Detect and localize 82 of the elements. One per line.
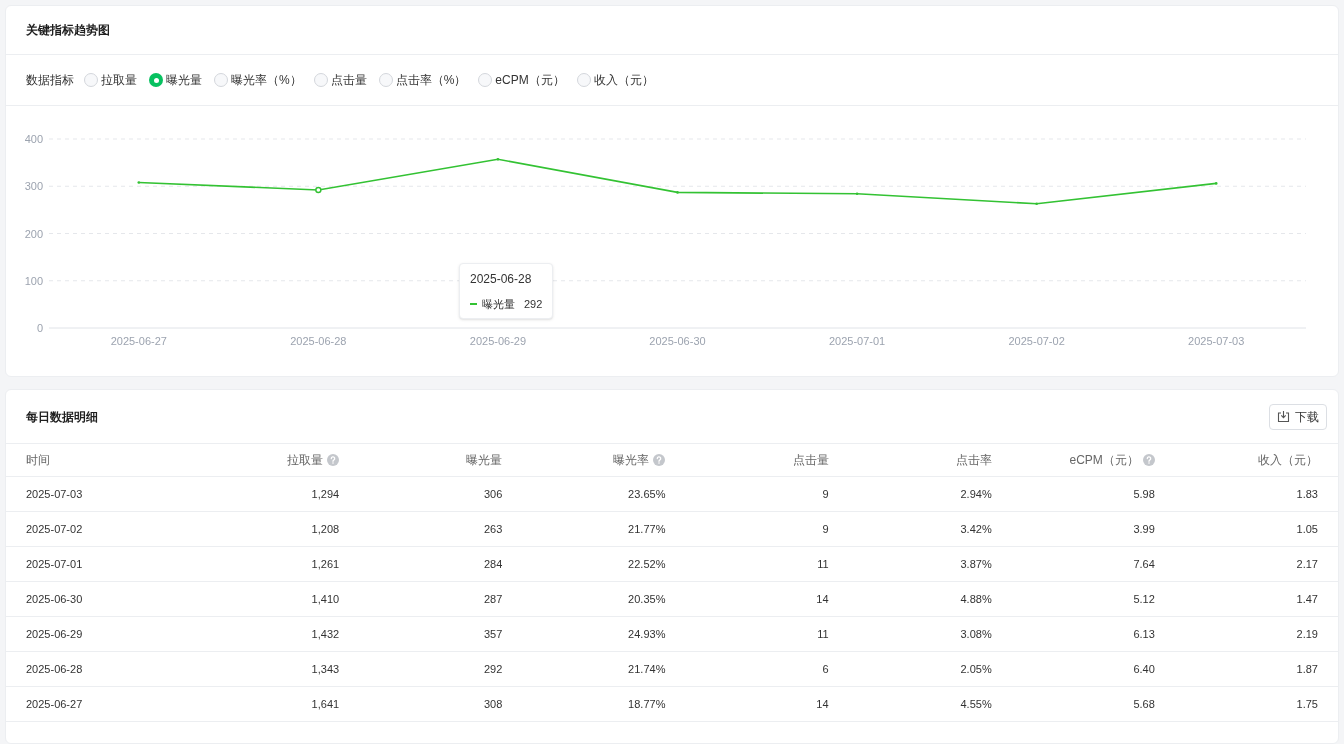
table-cell: 357 — [483, 627, 503, 640]
tooltip-value: 292 — [524, 297, 543, 311]
table-cell: 5.98 — [1133, 487, 1155, 500]
table-cell: 1,343 — [311, 662, 340, 675]
table-cell: 1,294 — [311, 487, 340, 500]
x-tick-label: 2025-07-03 — [1188, 335, 1245, 347]
table-cell: 6.40 — [1133, 662, 1155, 675]
table-cell: 3.08% — [960, 627, 992, 640]
x-tick-label: 2025-06-29 — [469, 335, 527, 347]
table-cell: 292 — [483, 662, 503, 675]
table-cell: 1.83 — [1296, 487, 1318, 500]
tooltip-date: 2025-06-28 — [470, 271, 533, 287]
y-tick-label: 400 — [24, 133, 43, 145]
table-cell: 1.47 — [1296, 592, 1318, 605]
table-cell: 1.87 — [1296, 662, 1318, 675]
table-cell: 1,261 — [311, 557, 340, 570]
y-tick-label: 100 — [24, 274, 43, 287]
table-cell: 5.68 — [1133, 697, 1155, 710]
y-tick-label: 300 — [24, 180, 43, 193]
table-cell: 22.52% — [628, 557, 666, 570]
x-tick-label: 2025-06-30 — [649, 335, 706, 347]
table-cell: 14 — [816, 697, 829, 710]
table-cell: 2025-07-02 — [26, 522, 83, 535]
x-tick-label: 2025-07-02 — [1008, 335, 1065, 347]
table-cell: 11 — [817, 627, 829, 640]
table-cell: 1.05 — [1296, 522, 1318, 535]
table-cell: 2025-06-28 — [26, 662, 83, 675]
table-cell: 6.13 — [1133, 627, 1155, 640]
table-cell: 1.75 — [1296, 697, 1318, 710]
table-cell: 2025-06-29 — [26, 627, 83, 640]
table-cell: 23.65% — [628, 487, 666, 500]
card-title: 关键指标趋势图 — [26, 22, 110, 39]
metric-label: 数据指标 — [26, 72, 74, 89]
table-cell: 308 — [483, 697, 503, 710]
table-cell: 4.88% — [960, 592, 992, 605]
table-cell: 20.35% — [628, 592, 666, 605]
table-cell: 1,432 — [311, 627, 340, 640]
table-cell: 5.12 — [1133, 592, 1155, 605]
table-cell: 2025-06-27 — [26, 697, 83, 710]
x-tick-label: 2025-06-27 — [110, 335, 167, 347]
table-cell: 263 — [483, 522, 503, 535]
table-cell: 1,410 — [311, 592, 340, 605]
table-cell: 284 — [483, 557, 503, 570]
table-cell: 9 — [822, 487, 829, 500]
table-cell: 2.05% — [960, 662, 992, 675]
table-cell: 24.93% — [628, 627, 666, 640]
table-cell: 9 — [822, 522, 829, 535]
column-header: 收入（元） — [1258, 452, 1318, 469]
tooltip-series: 曝光量 — [482, 297, 515, 311]
table-cell: 6 — [822, 662, 829, 675]
table-cell: 11 — [817, 557, 829, 570]
column-header: 时间 — [26, 452, 50, 469]
table-cell: 3.87% — [960, 557, 992, 570]
column-header: 点击率 — [955, 452, 992, 469]
table-cell: 287 — [483, 592, 503, 605]
table-cell: 1,641 — [311, 697, 340, 710]
y-tick-label: 0 — [36, 322, 43, 334]
table-cell: 1,208 — [311, 522, 340, 535]
table-cell: 14 — [816, 592, 829, 605]
table-cell: 2.17 — [1296, 557, 1318, 570]
y-tick-label: 200 — [24, 227, 43, 240]
table-cell: 3.99 — [1133, 522, 1155, 535]
column-header: 曝光率 — [613, 452, 650, 469]
table-cell: 21.74% — [628, 662, 666, 675]
column-header: eCPM（元） — [1069, 452, 1139, 469]
column-header: 拉取量 — [287, 452, 324, 469]
column-header: 点击量 — [792, 452, 829, 469]
table-cell: 7.64 — [1133, 557, 1155, 570]
table-cell: 21.77% — [628, 522, 666, 535]
table-cell: 18.77% — [628, 697, 666, 710]
table-cell: 3.42% — [960, 522, 992, 535]
table-cell: 2025-06-30 — [26, 592, 83, 605]
x-tick-label: 2025-06-28 — [290, 335, 347, 347]
table-cell: 2025-07-03 — [26, 487, 83, 500]
x-tick-label: 2025-07-01 — [828, 335, 886, 347]
card-title: 每日数据明细 — [26, 408, 98, 426]
table-cell: 2.94% — [960, 487, 992, 500]
column-header: 曝光量 — [466, 452, 503, 469]
table-cell: 306 — [483, 487, 503, 500]
table-cell: 4.55% — [960, 697, 992, 710]
table-cell: 2025-07-01 — [26, 557, 83, 570]
table-cell: 2.19 — [1296, 627, 1318, 640]
